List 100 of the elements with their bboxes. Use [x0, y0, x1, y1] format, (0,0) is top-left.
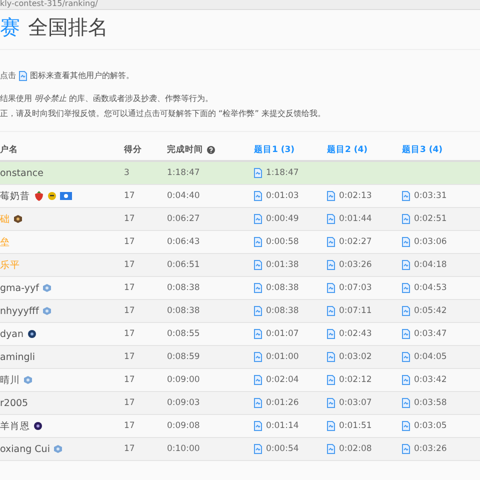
question-time: 0:03:02 — [339, 352, 372, 362]
question-time: 0:03:47 — [414, 329, 447, 339]
solution-icon[interactable] — [254, 444, 262, 454]
finish-time: 0:06:51 — [167, 260, 200, 270]
solution-icon[interactable] — [254, 398, 262, 408]
question-time: 0:03:05 — [414, 421, 447, 431]
finish-time: 0:09:00 — [167, 375, 200, 385]
score: 17 — [124, 214, 135, 224]
solution-icon[interactable] — [327, 398, 335, 408]
question-time: 0:01:03 — [266, 191, 299, 201]
question-time: 0:03:58 — [414, 398, 447, 408]
solution-icon[interactable] — [254, 191, 262, 201]
knight-badge-icon — [14, 215, 22, 223]
question-time: 0:03:07 — [339, 398, 372, 408]
solution-icon[interactable] — [402, 421, 410, 431]
strawberry-icon — [34, 191, 44, 201]
solution-icon[interactable] — [327, 260, 335, 270]
user-name[interactable]: gma-yyf — [0, 282, 39, 294]
finish-time: 0:08:38 — [167, 283, 200, 293]
solution-icon[interactable] — [327, 191, 335, 201]
solution-icon[interactable] — [402, 375, 410, 385]
help-icon[interactable] — [207, 146, 215, 154]
score: 17 — [124, 329, 135, 339]
user-name[interactable]: 晴川 — [0, 374, 20, 386]
solution-icon[interactable] — [327, 444, 335, 454]
column-header: 得分 — [124, 144, 142, 156]
note-text: 图标来查看其他用户的解答。 — [30, 70, 134, 81]
user-name[interactable]: 莓奶昔 — [0, 190, 30, 202]
solution-icon[interactable] — [327, 421, 335, 431]
question-time: 0:03:26 — [339, 260, 372, 270]
user-name[interactable]: onstance — [0, 168, 44, 178]
finish-time: 0:10:00 — [167, 444, 200, 454]
question-time: 0:02:12 — [339, 375, 372, 385]
solution-icon[interactable] — [402, 283, 410, 293]
round-badge-icon — [34, 422, 42, 430]
solution-icon[interactable] — [402, 237, 410, 247]
score: 17 — [124, 237, 135, 247]
solution-icon[interactable] — [402, 398, 410, 408]
solution-icon[interactable] — [327, 283, 335, 293]
solution-icon[interactable] — [254, 168, 262, 178]
score: 17 — [124, 283, 135, 293]
finish-time: 0:09:03 — [167, 398, 200, 408]
question-time: 0:02:04 — [266, 375, 299, 385]
user-name[interactable]: oxiang Cui — [0, 444, 50, 454]
score: 17 — [124, 260, 135, 270]
solution-icon[interactable] — [402, 214, 410, 224]
user-name[interactable]: dyan — [0, 328, 24, 340]
solution-icon[interactable] — [402, 352, 410, 362]
question-time: 0:00:58 — [266, 237, 299, 247]
question-time: 0:02:43 — [339, 329, 372, 339]
solution-icon[interactable] — [327, 329, 335, 339]
question-time: 0:02:13 — [339, 191, 372, 201]
question-time: 0:07:03 — [339, 283, 372, 293]
user-name[interactable]: r2005 — [0, 398, 28, 408]
question-time: 0:00:49 — [266, 214, 299, 224]
question-time: 0:03:26 — [414, 444, 447, 454]
solution-icon[interactable] — [327, 375, 335, 385]
question-time: 0:03:06 — [414, 237, 447, 247]
finish-time: 0:06:27 — [167, 214, 200, 224]
solution-icon[interactable] — [327, 214, 335, 224]
solution-icon[interactable] — [402, 444, 410, 454]
question-time: 0:01:44 — [339, 214, 372, 224]
solution-icon[interactable] — [327, 306, 335, 316]
solution-icon[interactable] — [254, 421, 262, 431]
solution-icon[interactable] — [402, 191, 410, 201]
finish-time: 0:09:08 — [167, 421, 200, 431]
page-title: 全国排名 — [28, 14, 108, 41]
solution-icon[interactable] — [254, 237, 262, 247]
solution-icon[interactable] — [327, 237, 335, 247]
solution-icon[interactable] — [254, 352, 262, 362]
guardian-badge-icon — [42, 284, 51, 292]
question-time: 0:04:53 — [414, 283, 447, 293]
question-time: 0:08:38 — [266, 283, 299, 293]
solution-icon[interactable] — [254, 283, 262, 293]
user-name[interactable]: amingli — [0, 352, 36, 362]
solution-icon[interactable] — [402, 260, 410, 270]
solution-icon[interactable] — [254, 214, 262, 224]
question-time: 0:02:51 — [414, 214, 447, 224]
round-badge-icon — [28, 330, 36, 338]
solution-icon[interactable] — [402, 329, 410, 339]
solution-icon[interactable] — [254, 306, 262, 316]
solution-icon[interactable] — [327, 352, 335, 362]
solution-icon[interactable] — [254, 375, 262, 385]
question-time: 0:07:11 — [339, 306, 372, 316]
user-name[interactable]: 羊肖恩 — [0, 420, 30, 432]
question-time: 0:00:54 — [266, 444, 299, 454]
solution-icon[interactable] — [402, 306, 410, 316]
note-text: 正，请及时向我们举报反馈。您可以通过点击可疑解答下面的 “检举作弊” 来提交反馈给我。 — [0, 108, 326, 119]
user-name[interactable]: nhyyyfff — [0, 306, 39, 316]
finish-time: 0:08:59 — [167, 352, 200, 362]
finish-time: 0:08:55 — [167, 329, 200, 339]
solution-icon[interactable] — [254, 329, 262, 339]
question-time: 0:01:14 — [266, 421, 299, 431]
question-time: 0:01:07 — [266, 329, 299, 339]
address-bar-url[interactable]: kly-contest-315/ranking/ — [0, 0, 480, 8]
question-time: 1:18:47 — [266, 168, 299, 178]
question-time: 0:03:42 — [414, 375, 447, 385]
solution-icon[interactable] — [254, 260, 262, 270]
guardian-badge-icon — [24, 376, 32, 384]
solution-icon — [19, 70, 27, 80]
